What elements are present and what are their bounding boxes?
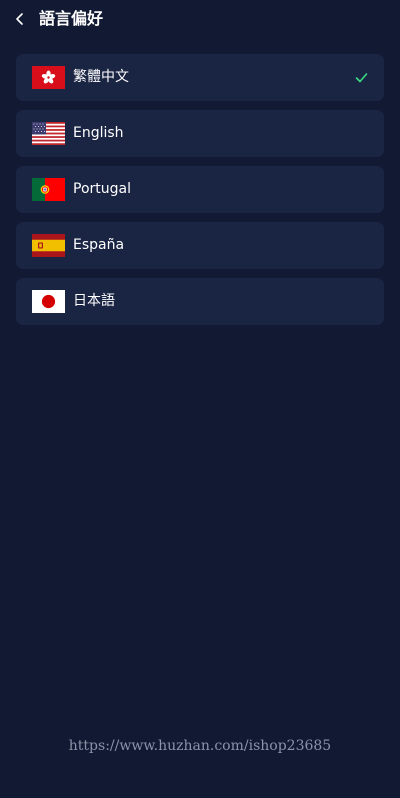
language-option-portugal[interactable]: Portugal: [16, 166, 384, 213]
language-list: 繁體中文 English Portugal España 日本語: [16, 54, 384, 334]
usa-flag-icon: [32, 122, 65, 145]
language-label: España: [73, 237, 125, 253]
portugal-flag-icon: [32, 178, 65, 201]
language-option-traditional-chinese[interactable]: 繁體中文: [16, 54, 384, 101]
language-label: 日本語: [73, 293, 115, 309]
chevron-left-icon: [16, 13, 23, 25]
hong-kong-flag-icon: [32, 66, 65, 89]
japan-flag-icon: [32, 290, 65, 313]
language-label: 繁體中文: [73, 69, 129, 85]
spain-flag-icon: [32, 234, 65, 257]
language-label: Portugal: [73, 181, 131, 197]
top-bar: 語言偏好: [0, 0, 400, 40]
language-label: English: [73, 125, 124, 141]
checkmark-icon: [355, 73, 368, 83]
language-option-japanese[interactable]: 日本語: [16, 278, 384, 325]
language-option-english[interactable]: English: [16, 110, 384, 157]
page-title: 語言偏好: [39, 9, 104, 28]
language-option-spain[interactable]: España: [16, 222, 384, 269]
watermark-text: https://www.huzhan.com/ishop23685: [68, 738, 332, 754]
back-button[interactable]: [10, 9, 30, 29]
